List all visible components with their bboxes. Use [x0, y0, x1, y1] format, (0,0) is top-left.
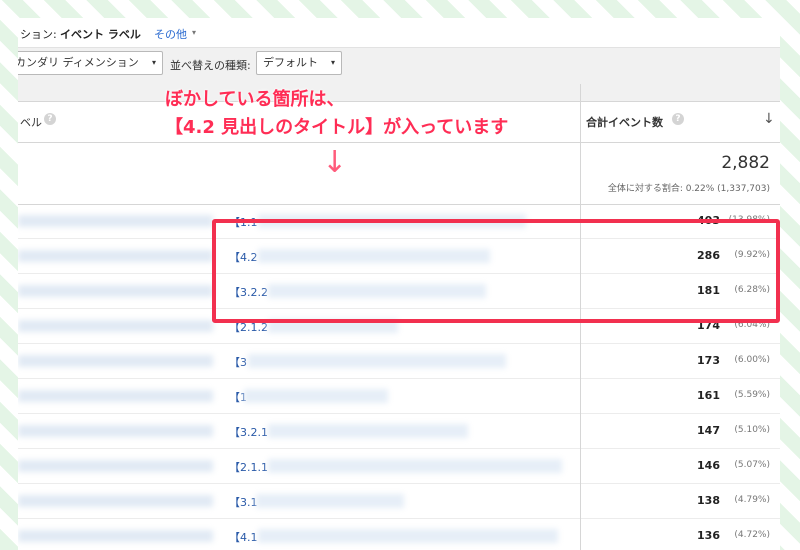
table-row[interactable]: 【3.2.1 147 (5.10%) — [18, 414, 780, 449]
blurred-page-title — [18, 215, 213, 227]
sort-type-value: デフォルト — [263, 56, 318, 69]
blurred-page-title — [18, 320, 213, 332]
blurred-heading-title — [268, 459, 562, 473]
highlight-box — [212, 219, 780, 323]
total-events-value: 2,882 — [721, 153, 770, 173]
blurred-page-title — [18, 390, 213, 402]
secondary-dimension-select[interactable]: カンダリ ディメンション ▾ — [18, 51, 163, 75]
table-row[interactable]: 【2.1.1 146 (5.07%) — [18, 449, 780, 484]
sort-type-select[interactable]: デフォルト ▾ — [256, 51, 342, 75]
other-dropdown-caret-icon[interactable]: ▾ — [192, 28, 196, 37]
event-label-link[interactable]: 【3.2.1 — [229, 424, 268, 440]
blurred-page-title — [18, 250, 213, 262]
blurred-heading-title — [268, 424, 468, 438]
blurred-heading-title — [244, 389, 388, 403]
event-percentage: (5.59%) — [734, 390, 770, 400]
event-count: 136 — [697, 529, 720, 542]
event-label-link[interactable]: 【2.1.1 — [229, 459, 268, 475]
chevron-down-icon: ▾ — [330, 58, 335, 67]
table-row[interactable]: 【3 173 (6.00%) — [18, 344, 780, 379]
primary-dimension-event-label[interactable]: イベント ラベル — [60, 26, 141, 42]
event-percentage: (4.72%) — [734, 530, 770, 540]
event-percentage: (5.07%) — [734, 460, 770, 470]
chevron-down-icon: ▾ — [151, 58, 156, 67]
table-row[interactable]: 【3.1 138 (4.79%) — [18, 484, 780, 519]
blurred-page-title — [18, 460, 213, 472]
secondary-dimension-label: カンダリ ディメンション — [18, 56, 139, 69]
event-percentage: (6.00%) — [734, 355, 770, 365]
event-count: 147 — [697, 424, 720, 437]
blurred-page-title — [18, 285, 213, 297]
blurred-heading-title — [248, 354, 506, 368]
primary-dimension-bar: ション: イベント ラベル その他 ▾ — [18, 18, 780, 48]
blurred-page-title — [18, 425, 213, 437]
event-percentage: (5.10%) — [734, 425, 770, 435]
event-percentage: (4.79%) — [734, 495, 770, 505]
event-count: 161 — [697, 389, 720, 402]
help-icon[interactable]: ? — [672, 113, 684, 125]
sort-descending-icon[interactable]: ↓ — [763, 111, 775, 127]
event-label-link[interactable]: 【4.1 — [229, 529, 258, 545]
annotation-callout: ぼかしている箇所は、【4.2 見出しのタイトル】が入っています — [165, 86, 585, 142]
blurred-heading-title — [258, 529, 558, 543]
sort-type-label: 並べ替えの種類: — [170, 59, 251, 72]
blurred-heading-title — [256, 494, 404, 508]
event-count: 173 — [697, 354, 720, 367]
event-count: 146 — [697, 459, 720, 472]
total-events-percentage: 全体に対する割合: 0.22% (1,337,703) — [607, 184, 770, 194]
blurred-page-title — [18, 495, 213, 507]
totals-row: 2,882 全体に対する割合: 0.22% (1,337,703) — [18, 143, 780, 205]
arrow-down-icon: ↓ — [322, 145, 348, 180]
table-row[interactable]: 【4.1 136 (4.72%) — [18, 519, 780, 550]
event-label-link[interactable]: 【3 — [229, 354, 247, 370]
primary-dimension-prefix: ション: — [20, 28, 57, 41]
help-icon[interactable]: ? — [44, 113, 56, 125]
table-row[interactable]: 【1 161 (5.59%) — [18, 379, 780, 414]
event-label-column-header[interactable]: ベル — [20, 114, 42, 130]
event-count: 138 — [697, 494, 720, 507]
screenshot: { "dimension_bar": { "prefix": "ション:", "… — [0, 0, 800, 550]
event-label-link[interactable]: 【3.1 — [229, 494, 258, 510]
primary-dimension-other-link[interactable]: その他 — [154, 26, 187, 42]
annotation-line-1: ぼかしている箇所は、 — [165, 89, 345, 110]
blurred-page-title — [18, 530, 213, 542]
total-events-column-header[interactable]: 合計イベント数 — [586, 114, 663, 130]
annotation-line-2: 【4.2 見出しのタイトル】が入っています — [165, 117, 509, 138]
blurred-page-title — [18, 355, 213, 367]
